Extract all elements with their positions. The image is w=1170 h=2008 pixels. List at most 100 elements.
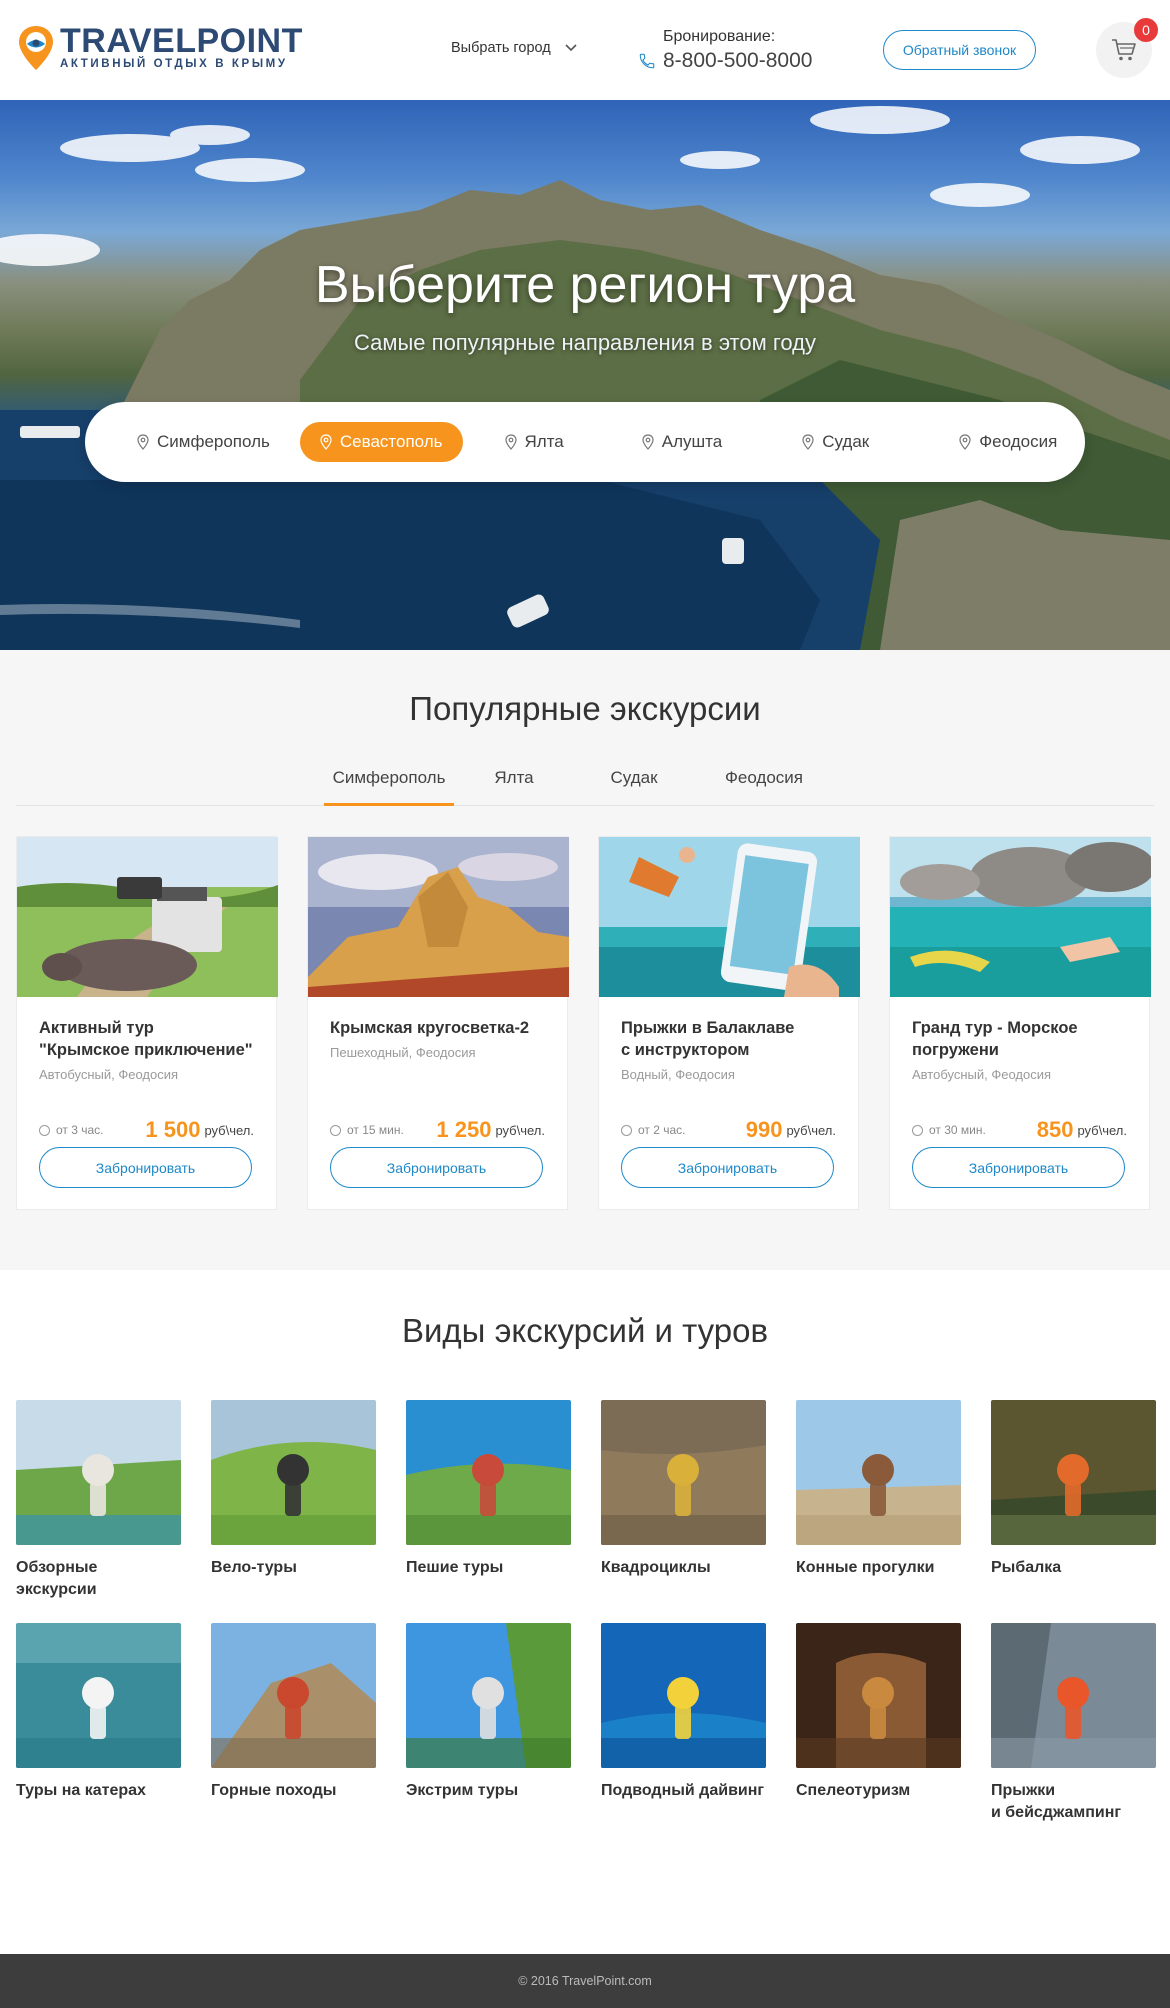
hero-title: Выберите регион тура [314,256,856,314]
tour-type-photo[interactable] [406,1623,571,1768]
tour-type-label-line: Обзорные [16,1559,98,1576]
excursion-photo[interactable] [308,837,569,997]
excursion-card: Гранд тур - Морское погружени Автобусный… [889,836,1151,1210]
cart-button[interactable]: 0 [1096,18,1158,78]
tour-type-label: Прыжки и бейсджампинг [991,1780,1156,1824]
tour-type-item[interactable]: Вело-туры [211,1400,376,1623]
tour-type-label: Вело-туры [211,1557,376,1579]
callback-button[interactable]: Обратный звонок [883,30,1036,70]
site-header: TRAVELPOINT АКТИВНЫЙ ОТДЫХ В КРЫМУ Выбра… [0,0,1170,100]
region-option[interactable]: Ялта [485,422,584,462]
region-option[interactable]: Судак [782,422,889,462]
tour-type-item[interactable]: Квадроциклы [601,1400,766,1623]
region-option[interactable]: Алушта [622,422,742,462]
region-label: Феодосия [979,432,1058,451]
tour-type-photo[interactable] [211,1623,376,1768]
clock-icon [621,1124,632,1136]
region-selector: Симферополь Севастополь Ялта Алушта Судак Фео… [85,402,1085,482]
excursion-title-line: Прыжки в Балаклаве [621,1019,795,1037]
location-pin-icon [137,434,149,450]
tour-type-photo[interactable] [796,1623,961,1768]
location-pin-icon [504,434,517,450]
city-tab[interactable]: Феодосия [694,758,834,806]
excursion-title[interactable]: Гранд тур - Морское погружени [912,1017,1127,1061]
city-tabs: Симферополь Ялта Судак Феодосия [16,758,1154,806]
clock-icon [39,1124,50,1136]
region-option[interactable]: Севастополь [299,422,463,462]
tour-type-photo[interactable] [16,1623,181,1768]
tour-type-item[interactable]: Рыбалка [991,1400,1156,1623]
clock-icon [330,1124,341,1136]
tour-type-label: Спелеотуризм [796,1780,961,1802]
tour-type-label: Горные походы [211,1780,376,1802]
tour-type-label: Туры на катерах [16,1780,181,1802]
tour-type-item[interactable]: Пешие туры [406,1400,571,1623]
tour-type-label: Подводный дайвинг [601,1780,766,1802]
city-tab[interactable]: Ялта [454,758,574,806]
tour-type-photo[interactable] [406,1400,571,1545]
tour-type-label-line: Пешие туры [406,1559,504,1576]
price-unit: руб\чел. [495,1122,545,1138]
region-option[interactable]: Феодосия [939,422,1077,462]
tour-type-photo[interactable] [991,1623,1156,1768]
excursion-card: Крымская кругосветка-2 Пешеходный, Феодо… [307,836,569,1210]
excursion-meta: Автобусный, Феодосия [39,1067,179,1082]
tour-type-photo[interactable] [601,1623,766,1768]
booking-label: Бронирование: [663,28,776,45]
region-option[interactable]: Симферополь [117,422,290,462]
tour-type-item[interactable]: Обзорные экскурсии [16,1400,181,1623]
city-select[interactable]: Выбрать город [451,40,577,56]
book-button[interactable]: Забронировать [912,1147,1125,1188]
city-tab[interactable]: Симферополь [324,758,454,806]
excursion-photo[interactable] [890,837,1151,997]
logo-tagline: АКТИВНЫЙ ОТДЫХ В КРЫМУ [60,58,288,70]
tour-type-label: Пешие туры [406,1557,571,1579]
excursion-meta: Водный, Феодосия [621,1067,735,1082]
tour-type-label: Экстрим туры [406,1780,571,1802]
tour-type-label-line: экскурсии [16,1581,97,1598]
hero-subtitle: Самые популярные направления в этом году [354,330,816,355]
tour-type-label-line: Конные прогулки [796,1559,935,1576]
location-pin-icon [959,434,971,450]
price-unit: руб\чел. [204,1122,254,1138]
tour-type-photo[interactable] [211,1400,376,1545]
tour-type-photo[interactable] [16,1400,181,1545]
excursion-title[interactable]: Крымская кругосветка-2 [330,1017,545,1039]
copyright-text: © 2016 TravelPoint.com [518,1974,652,1988]
tour-type-label-line: Спелеотуризм [796,1782,911,1799]
tour-type-item[interactable]: Подводный дайвинг [601,1623,766,1846]
tour-type-item[interactable]: Спелеотуризм [796,1623,961,1846]
popular-excursions-section: Популярные экскурсии Симферополь Ялта Суда… [0,650,1170,1270]
excursion-photo[interactable] [17,837,278,997]
logo[interactable]: TRAVELPOINT АКТИВНЫЙ ОТДЫХ В КРЫМУ [16,24,303,72]
tour-type-item[interactable]: Прыжки и бейсджампинг [991,1623,1156,1846]
tour-type-label-line: Прыжки [991,1782,1056,1799]
tour-type-photo[interactable] [991,1400,1156,1545]
tour-type-item[interactable]: Экстрим туры [406,1623,571,1846]
region-label: Севастополь [339,432,443,451]
tour-type-photo[interactable] [601,1400,766,1545]
excursion-title-line: с инструктором [621,1041,750,1059]
city-tab[interactable]: Судак [574,758,694,806]
tour-type-item[interactable]: Горные походы [211,1623,376,1846]
booking-phone[interactable]: 8-800-500-8000 [663,49,812,73]
book-button[interactable]: Забронировать [330,1147,543,1188]
excursion-cards: Активный тур "Крымское приключение" Авто… [16,836,1154,1210]
tour-types-section: Виды экскурсий и туров Обзорные экскурси… [0,1270,1170,1954]
excursion-photo[interactable] [599,837,860,997]
book-button[interactable]: Забронировать [621,1147,834,1188]
book-button[interactable]: Забронировать [39,1147,252,1188]
excursion-title[interactable]: Прыжки в Балаклаве с инструктором [621,1017,836,1061]
excursion-title[interactable]: Активный тур "Крымское приключение" [39,1017,254,1061]
excursion-duration: от 30 мин. [929,1123,986,1137]
logo-name: TRAVELPOINT [60,22,303,60]
tour-type-item[interactable]: Конные прогулки [796,1400,961,1623]
excursion-card: Активный тур "Крымское приключение" Авто… [16,836,278,1210]
region-label: Ялта [524,432,564,451]
tour-type-label: Обзорные экскурсии [16,1557,181,1601]
tour-type-item[interactable]: Туры на катерах [16,1623,181,1846]
chevron-down-icon [565,44,577,52]
tour-type-photo[interactable] [796,1400,961,1545]
tour-type-label-line: Туры на катерах [16,1782,146,1799]
tour-type-label: Конные прогулки [796,1557,961,1579]
